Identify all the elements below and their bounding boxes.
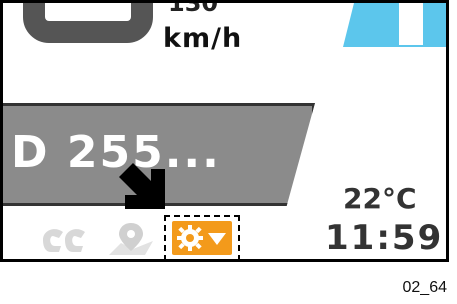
pointer-arrow-icon bbox=[119, 163, 165, 209]
temperature-readout: 22°C bbox=[343, 182, 417, 215]
rider-pair-icon[interactable] bbox=[39, 224, 89, 256]
settings-gear-icon bbox=[177, 225, 226, 251]
settings-button[interactable] bbox=[172, 221, 232, 255]
speed-value: 130 bbox=[168, 0, 219, 17]
blue-status-panel bbox=[343, 3, 446, 47]
blue-panel-notch bbox=[399, 3, 423, 45]
figure-id: 02_64 bbox=[402, 279, 448, 296]
dashboard-display: 130 km/h D 255... 22°C 11:59 bbox=[0, 0, 449, 262]
map-pin-icon[interactable] bbox=[107, 221, 155, 257]
speed-unit: km/h bbox=[163, 23, 243, 54]
speed-digit-graphic bbox=[23, 3, 153, 43]
clock-readout: 11:59 bbox=[325, 218, 444, 258]
